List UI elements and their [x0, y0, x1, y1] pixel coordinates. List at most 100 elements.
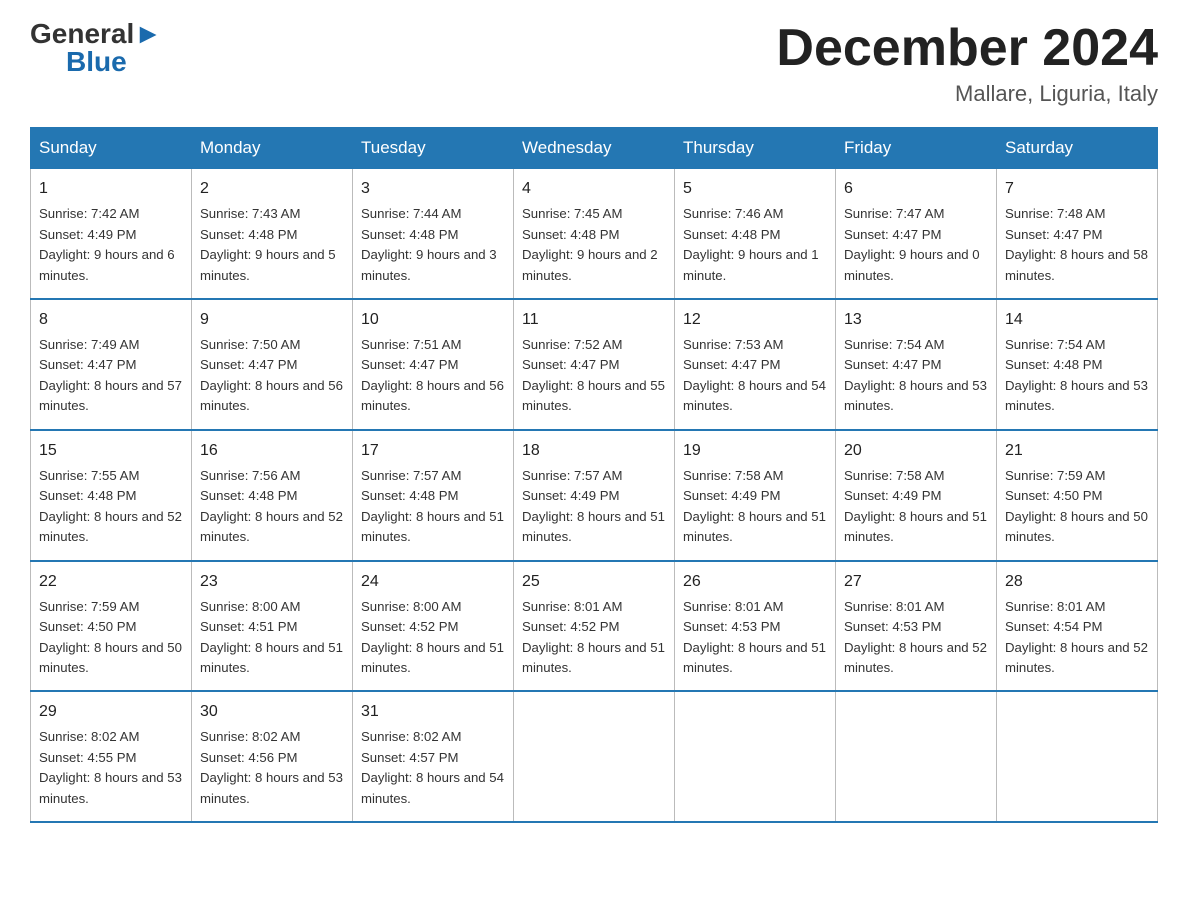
logo: General► Blue [30, 20, 162, 76]
calendar-cell: 25 Sunrise: 8:01 AMSunset: 4:52 PMDayligh… [514, 561, 675, 692]
calendar-cell: 17 Sunrise: 7:57 AMSunset: 4:48 PMDayligh… [353, 430, 514, 561]
day-number: 2 [200, 177, 344, 201]
calendar-cell: 7Sunrise: 7:48 AMSunset: 4:47 PMDaylight… [997, 169, 1158, 299]
calendar-cell: 1 Sunrise: 7:42 AMSunset: 4:49 PMDaylight… [31, 169, 192, 299]
logo-general-text: General► [30, 20, 162, 48]
day-number: 31 [361, 700, 505, 724]
day-info: Sunrise: 8:01 AMSunset: 4:52 PMDaylight:… [522, 597, 666, 679]
col-header-friday: Friday [836, 128, 997, 169]
calendar-cell [997, 691, 1158, 822]
calendar-cell: 14Sunrise: 7:54 AMSunset: 4:48 PMDayligh… [997, 299, 1158, 430]
calendar-cell: 15 Sunrise: 7:55 AMSunset: 4:48 PMDayligh… [31, 430, 192, 561]
day-number: 11 [522, 308, 666, 332]
day-info: Sunrise: 8:01 AMSunset: 4:54 PMDaylight:… [1005, 597, 1149, 679]
day-number: 5 [683, 177, 827, 201]
day-info: Sunrise: 7:43 AMSunset: 4:48 PMDaylight:… [200, 204, 344, 286]
day-info: Sunrise: 7:54 AMSunset: 4:47 PMDaylight:… [844, 335, 988, 417]
day-number: 20 [844, 439, 988, 463]
day-info: Sunrise: 7:52 AMSunset: 4:47 PMDaylight:… [522, 335, 666, 417]
day-info: Sunrise: 8:01 AMSunset: 4:53 PMDaylight:… [844, 597, 988, 679]
calendar-cell: 28 Sunrise: 8:01 AMSunset: 4:54 PMDayligh… [997, 561, 1158, 692]
calendar-cell: 31 Sunrise: 8:02 AMSunset: 4:57 PMDayligh… [353, 691, 514, 822]
day-info: Sunrise: 7:54 AMSunset: 4:48 PMDaylight:… [1005, 335, 1149, 417]
day-info: Sunrise: 7:56 AMSunset: 4:48 PMDaylight:… [200, 466, 344, 548]
calendar-cell: 30 Sunrise: 8:02 AMSunset: 4:56 PMDayligh… [192, 691, 353, 822]
calendar-table: SundayMondayTuesdayWednesdayThursdayFrid… [30, 127, 1158, 823]
day-number: 16 [200, 439, 344, 463]
day-number: 17 [361, 439, 505, 463]
title-block: December 2024 Mallare, Liguria, Italy [776, 20, 1158, 107]
day-info: Sunrise: 7:59 AMSunset: 4:50 PMDaylight:… [39, 597, 183, 679]
calendar-cell: 5 Sunrise: 7:46 AMSunset: 4:48 PMDaylight… [675, 169, 836, 299]
calendar-cell: 26 Sunrise: 8:01 AMSunset: 4:53 PMDayligh… [675, 561, 836, 692]
calendar-cell: 3 Sunrise: 7:44 AMSunset: 4:48 PMDaylight… [353, 169, 514, 299]
day-info: Sunrise: 7:46 AMSunset: 4:48 PMDaylight:… [683, 204, 827, 286]
day-info: Sunrise: 7:51 AMSunset: 4:47 PMDaylight:… [361, 335, 505, 417]
col-header-thursday: Thursday [675, 128, 836, 169]
calendar-cell: 18 Sunrise: 7:57 AMSunset: 4:49 PMDayligh… [514, 430, 675, 561]
calendar-cell: 27 Sunrise: 8:01 AMSunset: 4:53 PMDayligh… [836, 561, 997, 692]
day-info: Sunrise: 7:50 AMSunset: 4:47 PMDaylight:… [200, 335, 344, 417]
col-header-sunday: Sunday [31, 128, 192, 169]
calendar-week-row: 1 Sunrise: 7:42 AMSunset: 4:49 PMDaylight… [31, 169, 1158, 299]
col-header-wednesday: Wednesday [514, 128, 675, 169]
logo-blue-text: Blue [66, 48, 127, 76]
day-info: Sunrise: 7:45 AMSunset: 4:48 PMDaylight:… [522, 204, 666, 286]
day-number: 3 [361, 177, 505, 201]
col-header-tuesday: Tuesday [353, 128, 514, 169]
calendar-cell: 24 Sunrise: 8:00 AMSunset: 4:52 PMDayligh… [353, 561, 514, 692]
calendar-cell: 8 Sunrise: 7:49 AMSunset: 4:47 PMDaylight… [31, 299, 192, 430]
day-info: Sunrise: 7:57 AMSunset: 4:49 PMDaylight:… [522, 466, 666, 548]
day-info: Sunrise: 7:53 AMSunset: 4:47 PMDaylight:… [683, 335, 827, 417]
day-number: 25 [522, 570, 666, 594]
calendar-cell: 9 Sunrise: 7:50 AMSunset: 4:47 PMDaylight… [192, 299, 353, 430]
calendar-week-row: 29Sunrise: 8:02 AMSunset: 4:55 PMDayligh… [31, 691, 1158, 822]
day-number: 15 [39, 439, 183, 463]
day-number: 21 [1005, 439, 1149, 463]
day-number: 23 [200, 570, 344, 594]
day-info: Sunrise: 7:44 AMSunset: 4:48 PMDaylight:… [361, 204, 505, 286]
day-info: Sunrise: 7:48 AMSunset: 4:47 PMDaylight:… [1005, 204, 1149, 286]
location-title: Mallare, Liguria, Italy [776, 81, 1158, 107]
calendar-cell: 6Sunrise: 7:47 AMSunset: 4:47 PMDaylight… [836, 169, 997, 299]
col-header-saturday: Saturday [997, 128, 1158, 169]
calendar-week-row: 15 Sunrise: 7:55 AMSunset: 4:48 PMDayligh… [31, 430, 1158, 561]
page-header: General► Blue December 2024 Mallare, Lig… [30, 20, 1158, 107]
month-title: December 2024 [776, 20, 1158, 77]
calendar-week-row: 22Sunrise: 7:59 AMSunset: 4:50 PMDayligh… [31, 561, 1158, 692]
day-number: 27 [844, 570, 988, 594]
calendar-cell: 11 Sunrise: 7:52 AMSunset: 4:47 PMDayligh… [514, 299, 675, 430]
day-info: Sunrise: 7:58 AMSunset: 4:49 PMDaylight:… [844, 466, 988, 548]
day-info: Sunrise: 8:02 AMSunset: 4:56 PMDaylight:… [200, 727, 344, 809]
calendar-header-row: SundayMondayTuesdayWednesdayThursdayFrid… [31, 128, 1158, 169]
day-number: 18 [522, 439, 666, 463]
day-info: Sunrise: 7:57 AMSunset: 4:48 PMDaylight:… [361, 466, 505, 548]
calendar-week-row: 8 Sunrise: 7:49 AMSunset: 4:47 PMDaylight… [31, 299, 1158, 430]
day-number: 1 [39, 177, 183, 201]
calendar-cell: 29Sunrise: 8:02 AMSunset: 4:55 PMDayligh… [31, 691, 192, 822]
day-info: Sunrise: 8:00 AMSunset: 4:52 PMDaylight:… [361, 597, 505, 679]
day-info: Sunrise: 8:02 AMSunset: 4:55 PMDaylight:… [39, 727, 183, 809]
day-number: 4 [522, 177, 666, 201]
col-header-monday: Monday [192, 128, 353, 169]
day-number: 28 [1005, 570, 1149, 594]
day-number: 26 [683, 570, 827, 594]
day-number: 24 [361, 570, 505, 594]
calendar-cell [836, 691, 997, 822]
day-info: Sunrise: 7:55 AMSunset: 4:48 PMDaylight:… [39, 466, 183, 548]
day-number: 8 [39, 308, 183, 332]
day-info: Sunrise: 7:49 AMSunset: 4:47 PMDaylight:… [39, 335, 183, 417]
day-number: 30 [200, 700, 344, 724]
calendar-cell: 20 Sunrise: 7:58 AMSunset: 4:49 PMDayligh… [836, 430, 997, 561]
day-info: Sunrise: 7:59 AMSunset: 4:50 PMDaylight:… [1005, 466, 1149, 548]
calendar-cell: 4 Sunrise: 7:45 AMSunset: 4:48 PMDaylight… [514, 169, 675, 299]
calendar-cell [675, 691, 836, 822]
day-info: Sunrise: 7:42 AMSunset: 4:49 PMDaylight:… [39, 204, 183, 286]
day-info: Sunrise: 8:02 AMSunset: 4:57 PMDaylight:… [361, 727, 505, 809]
calendar-cell: 13 Sunrise: 7:54 AMSunset: 4:47 PMDayligh… [836, 299, 997, 430]
day-number: 9 [200, 308, 344, 332]
day-info: Sunrise: 8:01 AMSunset: 4:53 PMDaylight:… [683, 597, 827, 679]
calendar-cell: 12Sunrise: 7:53 AMSunset: 4:47 PMDayligh… [675, 299, 836, 430]
calendar-cell: 21 Sunrise: 7:59 AMSunset: 4:50 PMDayligh… [997, 430, 1158, 561]
day-number: 13 [844, 308, 988, 332]
